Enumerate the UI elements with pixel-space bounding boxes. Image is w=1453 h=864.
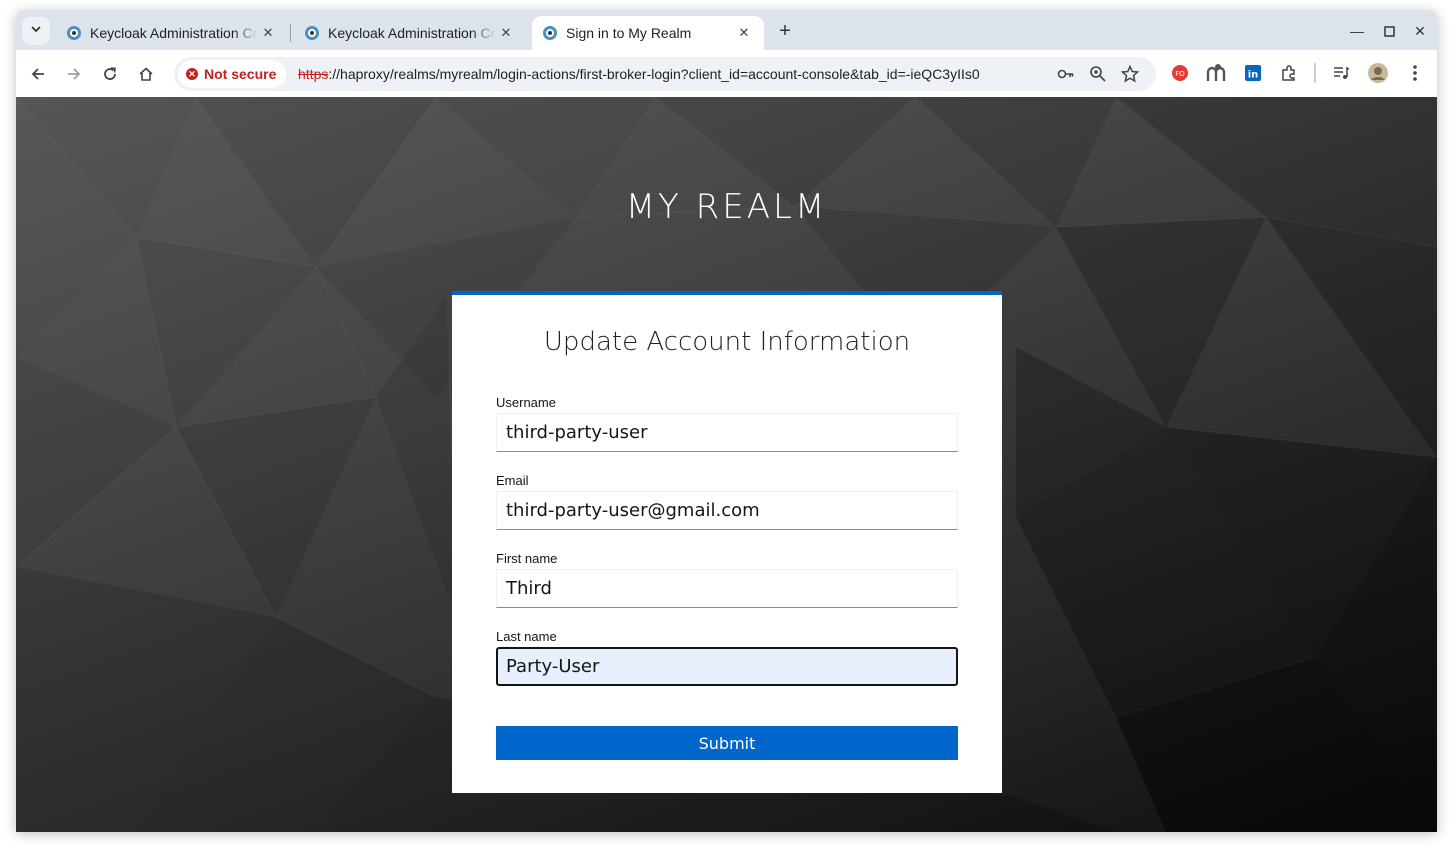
realm-title: MY REALM bbox=[625, 187, 828, 227]
security-label: Not secure bbox=[204, 66, 277, 82]
password-key-icon[interactable] bbox=[1056, 64, 1076, 84]
address-bar[interactable]: ✕ Not secure https://haproxy/realms/myre… bbox=[174, 57, 1156, 91]
bookmark-star-icon[interactable] bbox=[1120, 64, 1140, 84]
keycloak-favicon-icon bbox=[304, 25, 320, 41]
tab-title: Keycloak Administration Console bbox=[328, 25, 496, 41]
keycloak-favicon-icon bbox=[66, 25, 82, 41]
tab-title: Keycloak Administration Console bbox=[90, 25, 258, 41]
extension-fo-icon[interactable]: FO bbox=[1170, 63, 1190, 83]
close-icon[interactable]: ✕ bbox=[734, 23, 754, 43]
last-name-input[interactable]: Party-User bbox=[496, 647, 958, 686]
url-scheme: https bbox=[298, 66, 329, 82]
url-path: ://haproxy/realms/myrealm/login-actions/… bbox=[328, 66, 980, 82]
back-arrow-icon[interactable] bbox=[26, 62, 50, 86]
last-name-label: Last name bbox=[496, 629, 557, 644]
zoom-icon[interactable] bbox=[1088, 64, 1108, 84]
reload-icon[interactable] bbox=[98, 62, 122, 86]
toolbar-divider bbox=[1314, 63, 1316, 83]
maximize-icon[interactable] bbox=[1378, 20, 1400, 42]
chevron-down-icon bbox=[30, 22, 42, 40]
profile-avatar[interactable] bbox=[1368, 63, 1388, 83]
email-input[interactable]: third-party-user@gmail.com bbox=[496, 491, 958, 530]
username-input[interactable]: third-party-user bbox=[496, 413, 958, 452]
browser-menu-icon[interactable] bbox=[1405, 63, 1425, 83]
insecure-warning-icon: ✕ bbox=[186, 68, 198, 80]
tab-search-button[interactable] bbox=[22, 17, 50, 45]
tab-sign-in[interactable]: Sign in to My Realm ✕ bbox=[532, 16, 764, 50]
update-account-form: Update Account Information Username thir… bbox=[452, 291, 1002, 793]
tab-strip: Keycloak Administration Console ✕ Keyclo… bbox=[16, 10, 1437, 50]
extensions-puzzle-icon[interactable] bbox=[1279, 63, 1299, 83]
forward-arrow-icon[interactable] bbox=[62, 62, 86, 86]
url-text[interactable]: https://haproxy/realms/myrealm/login-act… bbox=[298, 66, 980, 82]
close-icon[interactable]: ✕ bbox=[258, 23, 278, 43]
login-page: MY REALM Update Account Information User… bbox=[16, 97, 1437, 832]
media-controls-icon[interactable] bbox=[1331, 63, 1351, 83]
svg-text:in: in bbox=[1248, 70, 1259, 81]
linkedin-icon[interactable]: in bbox=[1243, 63, 1263, 83]
form-title: Update Account Information bbox=[543, 327, 911, 357]
email-label: Email bbox=[496, 473, 529, 488]
minimize-icon[interactable]: — bbox=[1346, 20, 1368, 42]
new-tab-button[interactable]: + bbox=[774, 20, 796, 42]
browser-toolbar: ✕ Not secure https://haproxy/realms/myre… bbox=[16, 50, 1437, 98]
close-icon[interactable]: ✕ bbox=[496, 23, 516, 43]
tab-keycloak-admin-1[interactable]: Keycloak Administration Console ✕ bbox=[56, 16, 288, 50]
svg-text:FO: FO bbox=[1175, 70, 1185, 78]
first-name-label: First name bbox=[496, 551, 558, 566]
first-name-input[interactable]: Third bbox=[496, 569, 958, 608]
tab-keycloak-admin-2[interactable]: Keycloak Administration Console ✕ bbox=[294, 16, 526, 50]
submit-button[interactable]: Submit bbox=[496, 726, 958, 760]
home-icon[interactable] bbox=[134, 62, 158, 86]
tab-separator bbox=[290, 24, 291, 42]
window-close-icon[interactable]: ✕ bbox=[1409, 20, 1431, 42]
tab-title: Sign in to My Realm bbox=[566, 25, 692, 41]
keycloak-favicon-icon bbox=[542, 25, 558, 41]
extension-mendeley-icon[interactable] bbox=[1206, 63, 1230, 83]
browser-window: Keycloak Administration Console ✕ Keyclo… bbox=[16, 10, 1437, 832]
username-label: Username bbox=[496, 395, 556, 410]
site-security-chip[interactable]: ✕ Not secure bbox=[178, 60, 287, 88]
